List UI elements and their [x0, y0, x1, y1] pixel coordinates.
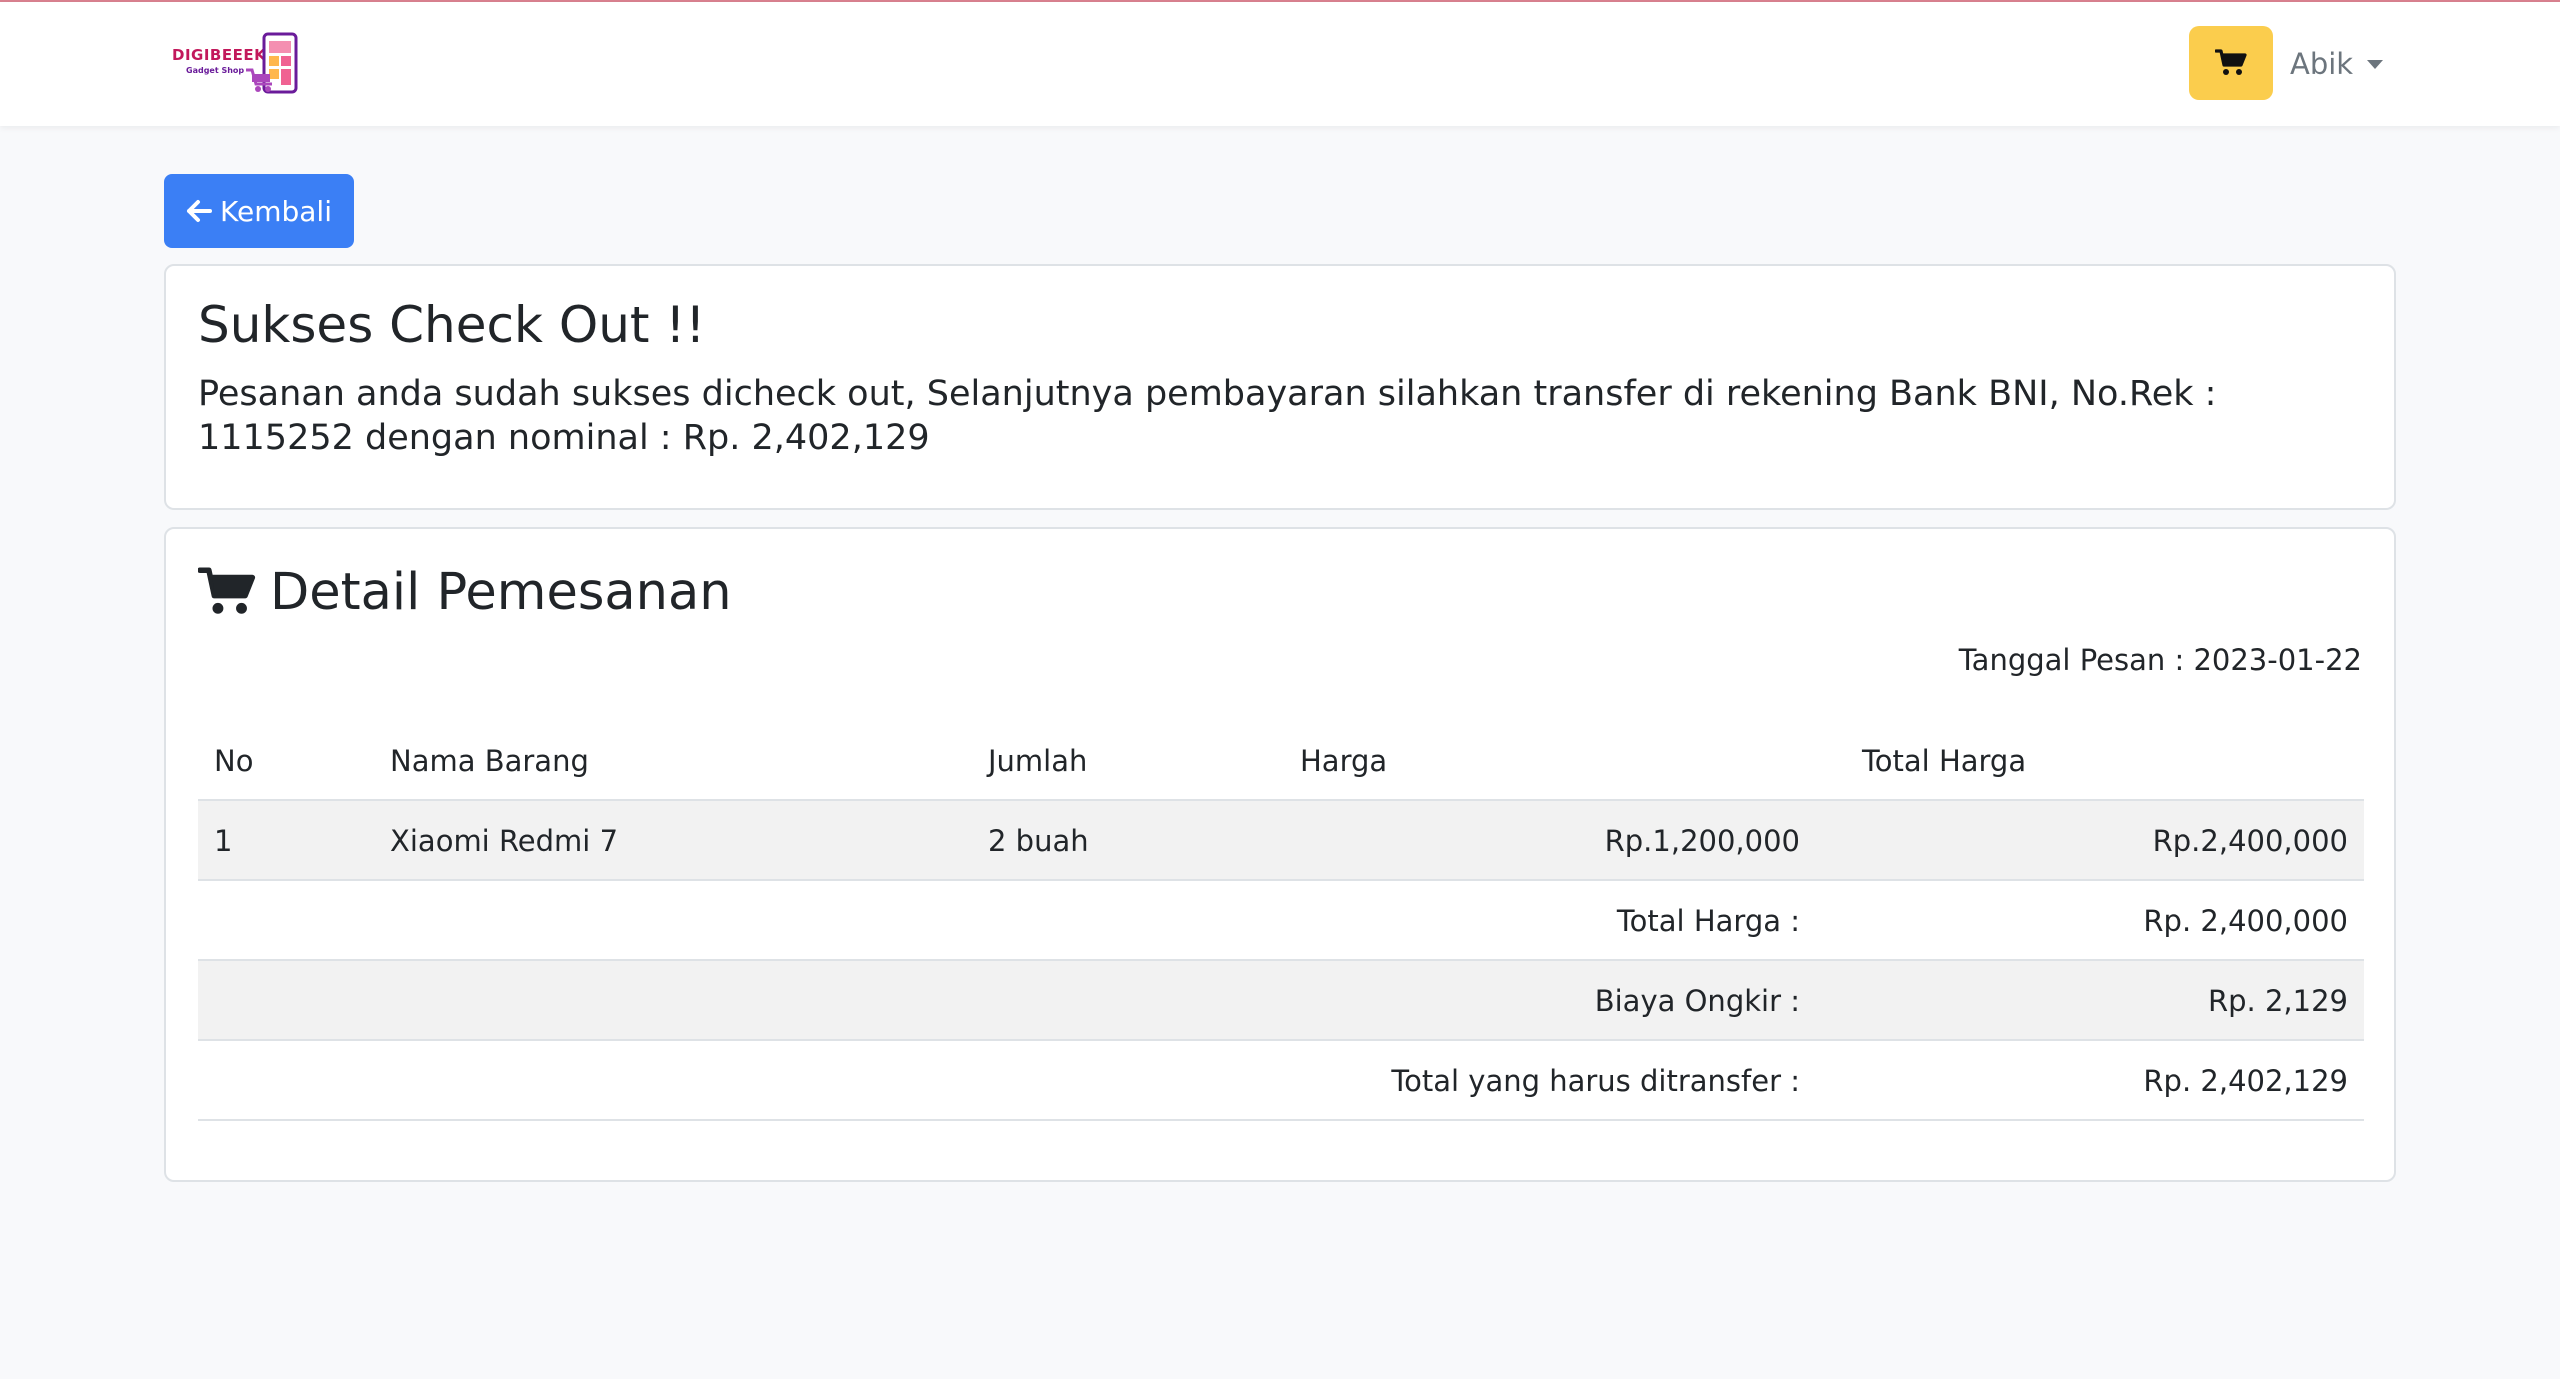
cart-icon — [198, 567, 256, 614]
table-row: 1 Xiaomi Redmi 7 2 buah Rp.1,200,000 Rp.… — [198, 801, 2364, 881]
arrow-left-icon — [187, 200, 213, 222]
subtotal-label: Total Harga : — [1616, 904, 1800, 938]
cart-button[interactable] — [2189, 26, 2273, 100]
cart-icon — [2215, 49, 2247, 75]
navbar: DIGIBEEEK Gadget Shop Abik — [0, 2, 2560, 126]
item-total: Rp.2,400,000 — [2152, 824, 2348, 858]
grand-total-value: Rp. 2,402,129 — [2143, 1064, 2348, 1098]
success-title: Sukses Check Out !! — [198, 296, 706, 354]
chevron-down-icon — [2367, 59, 2384, 69]
order-detail-card: Detail Pemesanan Tanggal Pesan : 2023-01… — [164, 527, 2396, 1182]
item-no: 1 — [214, 824, 233, 858]
back-button[interactable]: Kembali — [164, 174, 354, 248]
back-button-label: Kembali — [220, 194, 332, 228]
item-qty: 2 buah — [988, 824, 1089, 858]
header-qty: Jumlah — [988, 744, 1088, 778]
table-header-row: No Nama Barang Jumlah Harga Total Harga — [198, 721, 2364, 801]
summary-row-subtotal: Total Harga : Rp. 2,400,000 — [198, 881, 2364, 961]
shop-phone-icon — [246, 32, 298, 94]
success-card: Sukses Check Out !! Pesanan anda sudah s… — [164, 264, 2396, 510]
item-price: Rp.1,200,000 — [1604, 824, 1800, 858]
shipping-label: Biaya Ongkir : — [1594, 984, 1800, 1018]
brand-logo[interactable]: DIGIBEEEK Gadget Shop — [172, 32, 300, 94]
order-detail-title: Detail Pemesanan — [270, 562, 732, 622]
summary-row-grand-total: Total yang harus ditransfer : Rp. 2,402,… — [198, 1041, 2364, 1121]
header-name: Nama Barang — [390, 744, 589, 778]
subtotal-value: Rp. 2,400,000 — [2143, 904, 2348, 938]
user-name: Abik — [2290, 47, 2354, 81]
summary-row-shipping: Biaya Ongkir : Rp. 2,129 — [198, 961, 2364, 1041]
user-dropdown[interactable]: Abik — [2290, 42, 2384, 86]
header-no: No — [214, 744, 254, 778]
shipping-value: Rp. 2,129 — [2207, 984, 2348, 1018]
order-table: No Nama Barang Jumlah Harga Total Harga … — [198, 721, 2364, 1121]
item-name: Xiaomi Redmi 7 — [390, 824, 619, 858]
grand-total-label: Total yang harus ditransfer : — [1391, 1064, 1800, 1098]
order-date: Tanggal Pesan : 2023-01-22 — [1958, 643, 2362, 677]
header-price: Harga — [1300, 744, 1388, 778]
order-detail-heading: Detail Pemesanan — [198, 559, 732, 625]
header-total: Total Harga — [1862, 744, 2027, 778]
success-message: Pesanan anda sudah sukses dicheck out, S… — [198, 374, 2217, 458]
